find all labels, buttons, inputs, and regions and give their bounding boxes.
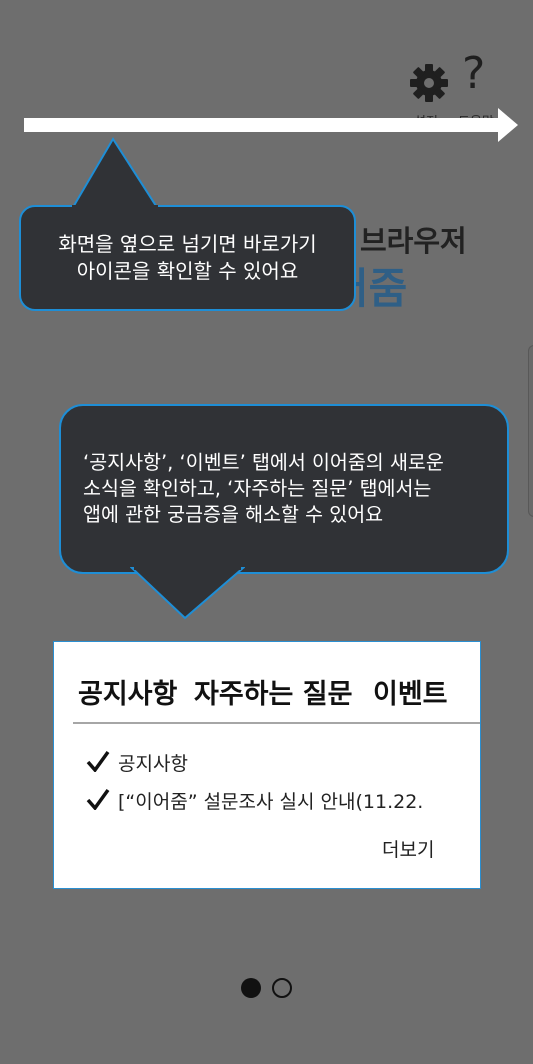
tab-notice[interactable]: 공지사항	[78, 672, 177, 711]
more-link[interactable]: 더보기	[382, 835, 434, 862]
app-subtitle: 브라우저	[360, 224, 467, 258]
tabs-hint-text: ‘공지사항’, ‘이벤트’ 탭에서 이어줌의 새로운 소식을 확인하고, ‘자주…	[83, 450, 493, 528]
tabs-hint-tooltip: ‘공지사항’, ‘이벤트’ 탭에서 이어줌의 새로운 소식을 확인하고, ‘자주…	[59, 404, 509, 574]
tabs-hint-line: 앱에 관한 궁금증을 해소할 수 있어요	[83, 503, 384, 526]
settings-icon[interactable]	[408, 62, 450, 104]
tabs-hint-line: 소식을 확인하고, ‘자주하는 질문’ 탭에서는	[83, 477, 432, 500]
swipe-hint-line: 아이콘을 확인할 수 있어요	[76, 259, 299, 283]
tab-event[interactable]: 이벤트	[373, 672, 448, 711]
tabs-hint-line: ‘공지사항’, ‘이벤트’ 탭에서 이어줌의 새로운	[83, 451, 444, 474]
tab-divider	[73, 722, 480, 724]
help-icon[interactable]: ?	[462, 52, 485, 96]
swipe-hint-text: 화면을 옆으로 넘기면 바로가기 아이콘을 확인할 수 있어요	[21, 231, 354, 285]
page-indicator-inactive[interactable]	[272, 978, 292, 998]
check-icon	[86, 750, 110, 772]
check-icon	[86, 788, 110, 810]
tooltip-pointer-joint	[72, 205, 158, 209]
edge-panel-handle[interactable]	[528, 345, 533, 517]
notice-card: 공지사항 자주하는 질문 이벤트 공지사항 [“이어줌” 설문조사 실시 안내(…	[53, 641, 481, 889]
notice-list-item[interactable]: [“이어줌” 설문조사 실시 안내(11.22.	[118, 787, 423, 814]
notice-list-item[interactable]: 공지사항	[118, 749, 188, 776]
tooltip-pointer	[70, 137, 160, 209]
swipe-hint-tooltip: 화면을 옆으로 넘기면 바로가기 아이콘을 확인할 수 있어요	[19, 205, 356, 311]
tab-faq[interactable]: 자주하는 질문	[194, 672, 352, 711]
swipe-hint-line: 화면을 옆으로 넘기면 바로가기	[58, 232, 317, 256]
page-indicator-active[interactable]	[241, 978, 261, 998]
tooltip-pointer	[130, 566, 245, 620]
